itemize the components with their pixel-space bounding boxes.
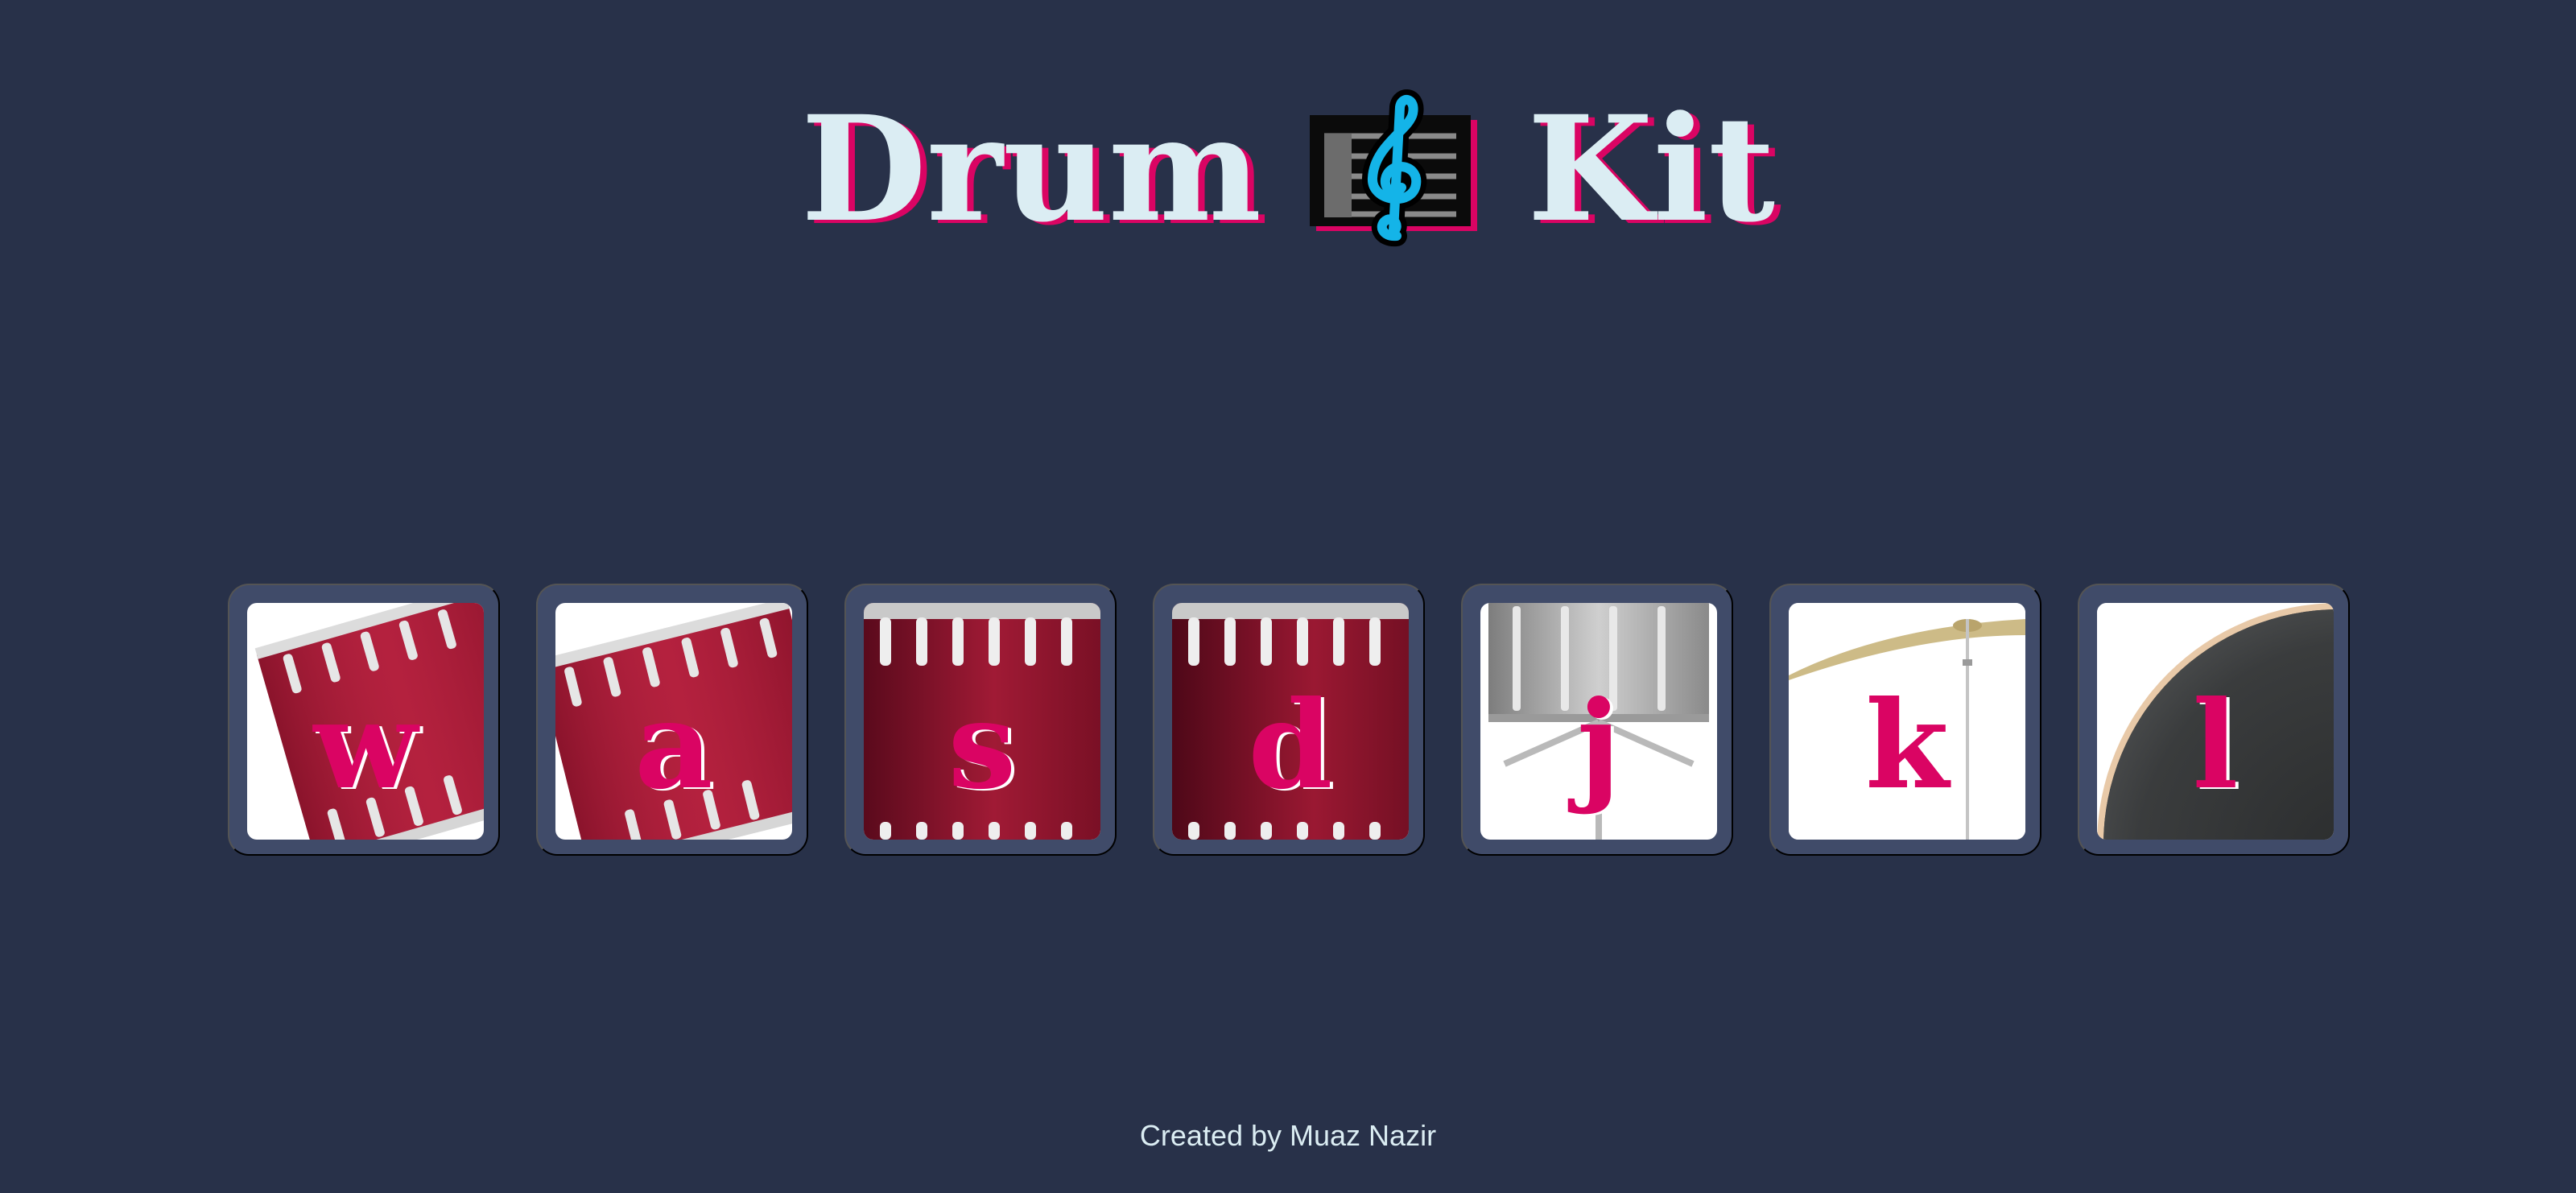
drum-key-label: s (947, 675, 1017, 816)
title-kit: Kit (1527, 85, 1776, 255)
drum-button-d[interactable]: d (1153, 584, 1425, 856)
title-drum: Drum (800, 85, 1262, 255)
footer-credit: Created by Muaz Nazir (1139, 1119, 1437, 1152)
drum-button-w[interactable]: w (228, 584, 500, 856)
drum-button-l[interactable]: l (2078, 584, 2350, 856)
drum-face: s (864, 603, 1100, 840)
drum-face: d (1172, 603, 1409, 840)
treble-clef-icon (1310, 89, 1478, 247)
drum-key-label: j (1576, 675, 1621, 816)
drum-key-label: d (1248, 675, 1333, 816)
drum-key-label: l (2192, 675, 2239, 816)
drum-button-s[interactable]: s (844, 584, 1117, 856)
drum-button-k[interactable]: k (1769, 584, 2041, 856)
drum-button-j[interactable]: j (1461, 584, 1733, 856)
drum-face: l (2097, 603, 2334, 840)
drum-set: w a s d j k l (228, 584, 2350, 857)
drum-key-label: k (1865, 675, 1949, 816)
drum-key-label: a (634, 675, 713, 816)
drum-key-label: w (313, 675, 418, 816)
drum-face: w (247, 603, 484, 840)
page-title: Drum Kit (0, 89, 2576, 250)
drum-face: a (555, 603, 792, 840)
page: Drum Kit w a s d j k l Created by Muaz N… (0, 0, 2576, 1193)
drum-face: k (1789, 603, 2025, 840)
drum-button-a[interactable]: a (536, 584, 808, 856)
drum-face: j (1480, 603, 1717, 840)
